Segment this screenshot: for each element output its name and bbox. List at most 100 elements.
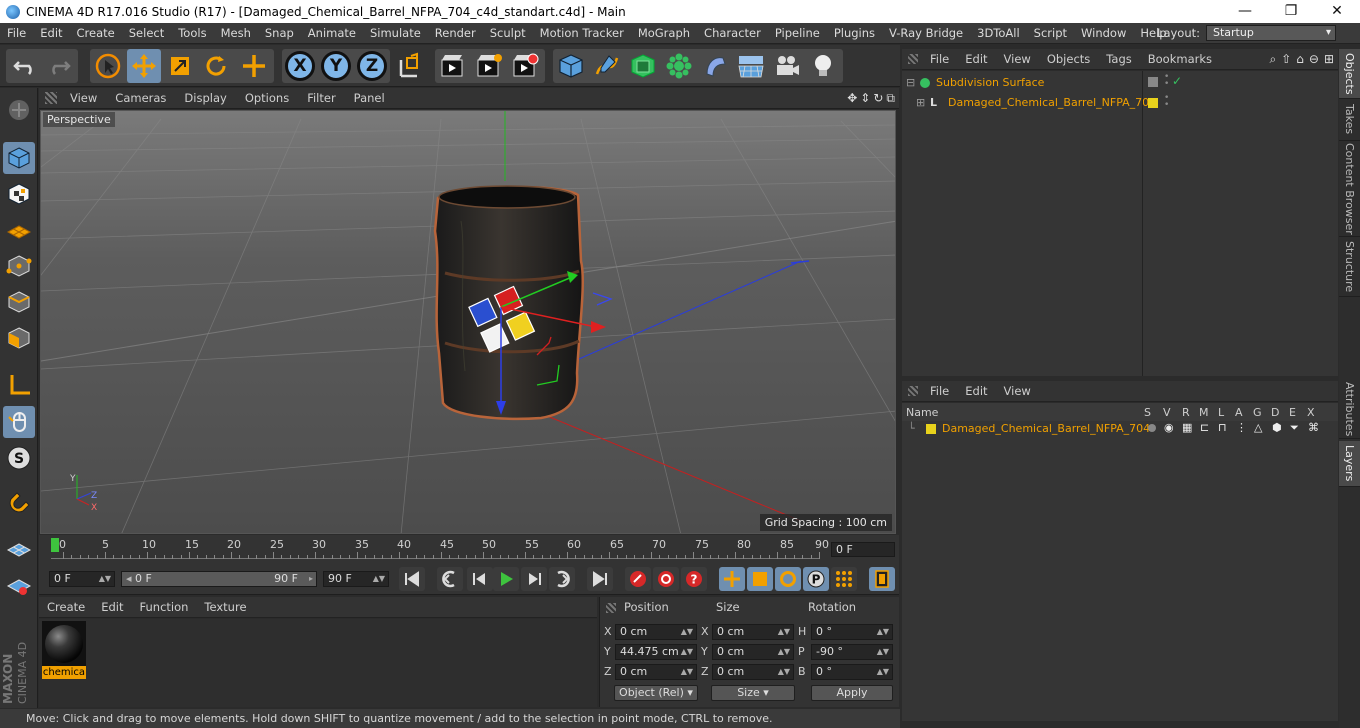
coordinate-mode-dropdown[interactable]: Object (Rel) ▾ bbox=[614, 685, 698, 701]
eye-icon[interactable]: ◉ bbox=[1164, 421, 1174, 434]
play-button[interactable] bbox=[493, 567, 519, 591]
panel-grip-icon[interactable] bbox=[45, 92, 57, 104]
minimize-button[interactable]: — bbox=[1222, 0, 1268, 23]
solo-toggle-icon[interactable] bbox=[1148, 424, 1156, 432]
polygons-mode-icon[interactable] bbox=[3, 322, 35, 354]
viewport-dolly-icon[interactable]: ⇕ bbox=[860, 91, 870, 106]
material-swatch[interactable] bbox=[42, 621, 86, 667]
viewport-menu-view[interactable]: View bbox=[61, 91, 106, 105]
maximize-button[interactable]: ❐ bbox=[1268, 0, 1314, 23]
timeline-window-button[interactable] bbox=[869, 567, 895, 591]
axis-mode-icon[interactable] bbox=[3, 370, 35, 402]
position-y-field[interactable]: 44.475 cm ▲▼ bbox=[615, 644, 697, 660]
tweak-mode-icon[interactable] bbox=[3, 406, 35, 438]
menu-script[interactable]: Script bbox=[1027, 26, 1074, 40]
layers-menu-file[interactable]: File bbox=[922, 384, 957, 398]
deformer-icon[interactable]: ⬢ bbox=[1272, 421, 1282, 434]
viewport-scene[interactable]: Y Z X bbox=[41, 111, 896, 534]
floor-environment-icon[interactable] bbox=[734, 49, 768, 83]
new-view-icon[interactable]: ⊞ bbox=[1324, 52, 1334, 67]
apply-button[interactable]: Apply bbox=[811, 685, 893, 701]
lock-icon[interactable]: ⊓ bbox=[1218, 421, 1227, 434]
objects-menu-view[interactable]: View bbox=[996, 52, 1039, 66]
layer-color-swatch[interactable] bbox=[926, 424, 936, 434]
size-x-field[interactable]: 0 cm ▲▼ bbox=[712, 624, 794, 640]
edges-mode-icon[interactable] bbox=[3, 286, 35, 318]
expression-icon[interactable]: ⏷ bbox=[1290, 421, 1299, 435]
viewport-maximize-icon[interactable]: ⧉ bbox=[886, 91, 895, 106]
menu-mesh[interactable]: Mesh bbox=[214, 26, 258, 40]
collapse-icon[interactable]: ⊟ bbox=[906, 73, 915, 93]
viewport-menu-options[interactable]: Options bbox=[236, 91, 298, 105]
layout-dropdown[interactable]: Startup bbox=[1206, 25, 1336, 41]
menu-character[interactable]: Character bbox=[697, 26, 768, 40]
layer-color-icon[interactable] bbox=[1148, 77, 1158, 87]
tab-objects[interactable]: Objects bbox=[1339, 49, 1360, 99]
magnet-icon[interactable] bbox=[3, 488, 35, 520]
subdivision-surface-icon[interactable] bbox=[626, 49, 660, 83]
deformer-bend-icon[interactable] bbox=[698, 49, 732, 83]
close-button[interactable]: ✕ bbox=[1314, 0, 1360, 23]
visibility-dots-icon[interactable]: • • bbox=[1164, 94, 1169, 110]
menu-motion-tracker[interactable]: Motion Tracker bbox=[533, 26, 631, 40]
col-animation[interactable]: A bbox=[1235, 406, 1243, 419]
size-mode-dropdown[interactable]: Size ▾ bbox=[711, 685, 795, 701]
col-xref[interactable]: X bbox=[1307, 406, 1315, 419]
viewport-menu-panel[interactable]: Panel bbox=[345, 91, 394, 105]
layers-menu-view[interactable]: View bbox=[996, 384, 1039, 398]
objects-menu-edit[interactable]: Edit bbox=[957, 52, 995, 66]
layer-yellow-icon[interactable] bbox=[1148, 98, 1158, 108]
material-name-label[interactable]: chemica bbox=[42, 666, 86, 679]
render-picture-viewer-icon[interactable] bbox=[472, 49, 506, 83]
col-name[interactable]: Name bbox=[906, 406, 938, 419]
rotation-b-field[interactable]: 0 ° ▲▼ bbox=[811, 664, 893, 680]
menu-snap[interactable]: Snap bbox=[258, 26, 301, 40]
menu-create[interactable]: Create bbox=[70, 26, 122, 40]
menu-tools[interactable]: Tools bbox=[171, 26, 213, 40]
key-rotation-toggle[interactable] bbox=[775, 567, 801, 591]
record-active-objects-button[interactable] bbox=[625, 567, 651, 591]
objects-menu-bookmarks[interactable]: Bookmarks bbox=[1140, 52, 1220, 66]
tab-attributes[interactable]: Attributes bbox=[1339, 381, 1360, 439]
render-view-icon[interactable] bbox=[436, 49, 470, 83]
snap-icon[interactable]: S bbox=[3, 442, 35, 474]
viewport-menu-display[interactable]: Display bbox=[175, 91, 235, 105]
panel-grip-icon[interactable] bbox=[908, 54, 918, 64]
objects-menu-file[interactable]: File bbox=[922, 52, 957, 66]
rotate-tool-icon[interactable] bbox=[199, 49, 233, 83]
model-mode-icon[interactable] bbox=[3, 142, 35, 174]
end-frame-field[interactable]: 90 F ▲▼ bbox=[323, 571, 389, 587]
viewport-rotate-icon[interactable]: ↻ bbox=[873, 91, 883, 106]
objects-menu-objects[interactable]: Objects bbox=[1039, 52, 1098, 66]
layers-menu-edit[interactable]: Edit bbox=[957, 384, 995, 398]
workplane-grid-icon[interactable] bbox=[3, 532, 35, 564]
lock-icon[interactable]: ⊖ bbox=[1309, 52, 1319, 67]
menu-3dtoall[interactable]: 3DToAll bbox=[970, 26, 1027, 40]
rotation-p-field[interactable]: -90 ° ▲▼ bbox=[811, 644, 893, 660]
menu-file[interactable]: File bbox=[0, 26, 33, 40]
viewport-menu-cameras[interactable]: Cameras bbox=[106, 91, 175, 105]
home-icon[interactable]: ⌂ bbox=[1296, 52, 1304, 67]
x-axis-lock-button[interactable]: X bbox=[283, 49, 317, 83]
go-to-start-button[interactable] bbox=[399, 567, 425, 591]
layer-row[interactable]: └ Damaged_Chemical_Barrel_NFPA_704 ◉ ▦ ⊏… bbox=[902, 421, 1338, 437]
z-axis-lock-button[interactable]: Z bbox=[355, 49, 389, 83]
col-deformers[interactable]: D bbox=[1271, 406, 1279, 419]
redo-icon[interactable] bbox=[42, 52, 76, 80]
spline-pen-icon[interactable] bbox=[590, 49, 624, 83]
points-mode-icon[interactable] bbox=[3, 250, 35, 282]
key-parameter-toggle[interactable]: P bbox=[803, 567, 829, 591]
xref-icon[interactable]: ⌘ bbox=[1308, 421, 1319, 434]
menu-sculpt[interactable]: Sculpt bbox=[483, 26, 533, 40]
menu-vray-bridge[interactable]: V-Ray Bridge bbox=[882, 26, 970, 40]
perspective-viewport[interactable]: Y Z X Perspective Grid Spacing : 100 cm bbox=[40, 110, 896, 534]
menu-edit[interactable]: Edit bbox=[33, 26, 69, 40]
objects-menu-tags[interactable]: Tags bbox=[1098, 52, 1139, 66]
timeline-ruler[interactable]: 0 5 10 15 20 25 30 35 40 45 50 55 60 65 … bbox=[39, 535, 899, 563]
camera-object-icon[interactable] bbox=[770, 49, 804, 83]
size-z-field[interactable]: 0 cm ▲▼ bbox=[712, 664, 794, 680]
material-menu-texture[interactable]: Texture bbox=[196, 600, 254, 614]
menu-simulate[interactable]: Simulate bbox=[363, 26, 428, 40]
current-frame-field[interactable]: 0 F bbox=[831, 542, 895, 557]
viewport-menu-filter[interactable]: Filter bbox=[298, 91, 344, 105]
